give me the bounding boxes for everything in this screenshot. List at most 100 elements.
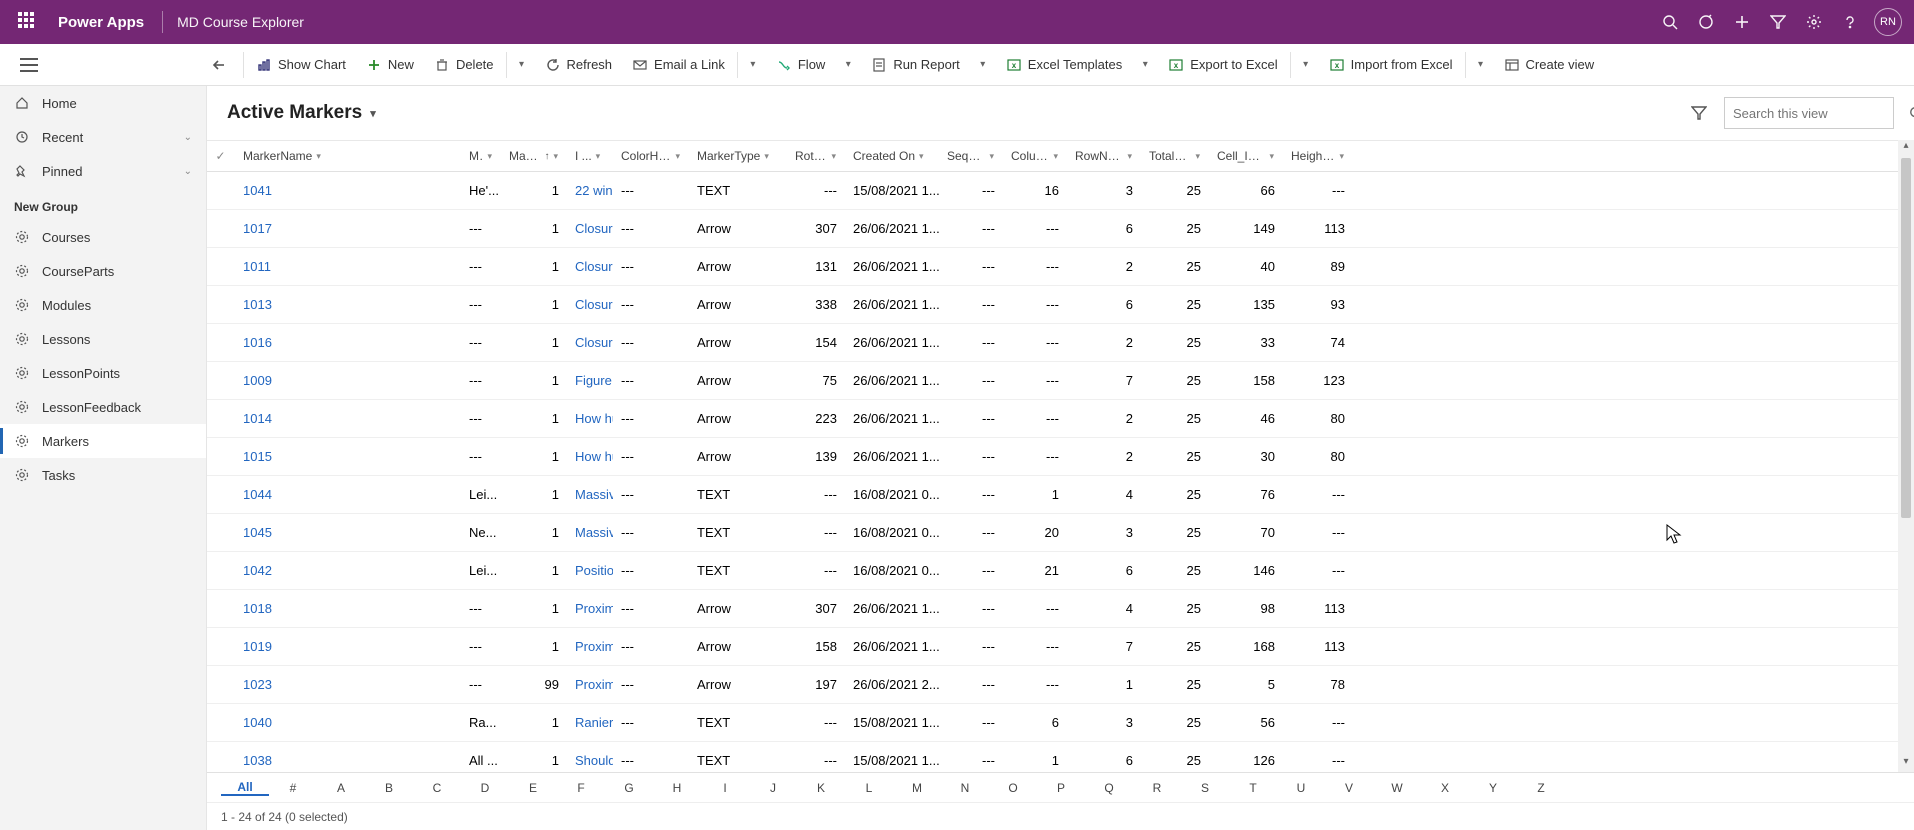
- jump-x[interactable]: X: [1421, 781, 1469, 795]
- delete-chevron[interactable]: ▾: [509, 59, 535, 70]
- jump-i[interactable]: I: [701, 781, 749, 795]
- jump-#[interactable]: #: [269, 781, 317, 795]
- import-chevron[interactable]: ▾: [1468, 59, 1494, 70]
- cell-name[interactable]: 1023: [235, 677, 461, 692]
- jump-j[interactable]: J: [749, 781, 797, 795]
- report-chevron[interactable]: ▾: [970, 59, 996, 70]
- scroll-up-arrow[interactable]: ▴: [1898, 140, 1914, 156]
- column-header-hex[interactable]: ColorHEX▾: [613, 141, 689, 171]
- column-header-check[interactable]: ✓: [207, 141, 235, 171]
- vertical-scrollbar[interactable]: ▴ ▾: [1898, 140, 1914, 772]
- column-header-seq[interactable]: Sequence▾: [939, 141, 1003, 171]
- table-row[interactable]: 1038All ...1Should---TEXT---15/08/2021 1…: [207, 742, 1914, 772]
- cell-i[interactable]: How hu: [567, 449, 613, 464]
- cell-name[interactable]: 1015: [235, 449, 461, 464]
- search-input-wrap[interactable]: [1724, 97, 1894, 129]
- user-avatar[interactable]: RN: [1874, 8, 1902, 36]
- column-header-m[interactable]: M...▾: [461, 141, 501, 171]
- cell-name[interactable]: 1038: [235, 753, 461, 768]
- jump-z[interactable]: Z: [1517, 781, 1565, 795]
- templates-chevron[interactable]: ▾: [1132, 59, 1158, 70]
- cell-name[interactable]: 1009: [235, 373, 461, 388]
- scroll-down-arrow[interactable]: ▾: [1898, 756, 1914, 772]
- cell-name[interactable]: 1042: [235, 563, 461, 578]
- jump-k[interactable]: K: [797, 781, 845, 795]
- jump-l[interactable]: L: [845, 781, 893, 795]
- jump-f[interactable]: F: [557, 781, 605, 795]
- scroll-thumb[interactable]: [1901, 158, 1911, 518]
- cell-i[interactable]: Massive: [567, 487, 613, 502]
- cell-name[interactable]: 1040: [235, 715, 461, 730]
- cell-i[interactable]: Closure: [567, 221, 613, 236]
- table-row[interactable]: 1011---1Closure---Arrow13126/06/2021 1..…: [207, 248, 1914, 286]
- sidebar-home[interactable]: Home: [0, 86, 206, 120]
- jump-m[interactable]: M: [893, 781, 941, 795]
- add-icon[interactable]: [1724, 0, 1760, 44]
- table-row[interactable]: 1014---1How hu---Arrow22326/06/2021 1...…: [207, 400, 1914, 438]
- column-header-i[interactable]: I ...▾: [567, 141, 613, 171]
- search-input[interactable]: [1733, 106, 1909, 121]
- cell-i[interactable]: Closure: [567, 259, 613, 274]
- column-header-created[interactable]: Created On▾: [845, 141, 939, 171]
- help-icon[interactable]: [1832, 0, 1868, 44]
- sidebar-item-markers[interactable]: Markers: [0, 424, 206, 458]
- sidebar-item-modules[interactable]: Modules: [0, 288, 206, 322]
- table-row[interactable]: 1044Lei...1Massive---TEXT---16/08/2021 0…: [207, 476, 1914, 514]
- settings-icon[interactable]: [1796, 0, 1832, 44]
- sidebar-item-lessonpoints[interactable]: LessonPoints: [0, 356, 206, 390]
- sidebar-item-tasks[interactable]: Tasks: [0, 458, 206, 492]
- search-icon[interactable]: [1909, 106, 1914, 120]
- table-row[interactable]: 1040Ra...1Ranieri---TEXT---15/08/2021 1.…: [207, 704, 1914, 742]
- column-filter-icon[interactable]: [1682, 96, 1716, 130]
- column-header-rot[interactable]: Rotation▾: [787, 141, 845, 171]
- table-row[interactable]: 1009---1Figure (---Arrow7526/06/2021 1..…: [207, 362, 1914, 400]
- sidebar-recent[interactable]: Recent⌄: [0, 120, 206, 154]
- table-row[interactable]: 1019---1Proximi---Arrow15826/06/2021 1..…: [207, 628, 1914, 666]
- jump-v[interactable]: V: [1325, 781, 1373, 795]
- cell-i[interactable]: Proximi: [567, 639, 613, 654]
- cell-i[interactable]: 22 wins: [567, 183, 613, 198]
- sidebar-item-courseparts[interactable]: CourseParts: [0, 254, 206, 288]
- cell-i[interactable]: Proximi: [567, 677, 613, 692]
- export-excel-button[interactable]: xExport to Excel: [1158, 44, 1287, 86]
- jump-q[interactable]: Q: [1085, 781, 1133, 795]
- assistant-icon[interactable]: [1688, 0, 1724, 44]
- table-row[interactable]: 1042Lei...1Position---TEXT---16/08/2021 …: [207, 552, 1914, 590]
- email-link-button[interactable]: Email a Link: [622, 44, 735, 86]
- export-chevron[interactable]: ▾: [1293, 59, 1319, 70]
- cell-name[interactable]: 1019: [235, 639, 461, 654]
- cell-name[interactable]: 1018: [235, 601, 461, 616]
- jump-d[interactable]: D: [461, 781, 509, 795]
- cell-name[interactable]: 1044: [235, 487, 461, 502]
- cell-i[interactable]: Proximi: [567, 601, 613, 616]
- jump-all[interactable]: All: [221, 780, 269, 796]
- run-report-button[interactable]: Run Report: [861, 44, 969, 86]
- column-header-hw[interactable]: HeightWidth▾: [1283, 141, 1353, 171]
- column-header-rownum[interactable]: RowNumber▾: [1067, 141, 1141, 171]
- excel-templates-button[interactable]: xExcel Templates: [996, 44, 1132, 86]
- create-view-button[interactable]: Create view: [1494, 44, 1605, 86]
- cell-name[interactable]: 1041: [235, 183, 461, 198]
- table-row[interactable]: 1015---1How hu---Arrow13926/06/2021 1...…: [207, 438, 1914, 476]
- cell-i[interactable]: Figure (: [567, 373, 613, 388]
- cell-name[interactable]: 1045: [235, 525, 461, 540]
- column-header-type[interactable]: MarkerType▾: [689, 141, 787, 171]
- app-launcher-icon[interactable]: [18, 12, 38, 32]
- sidebar-pinned[interactable]: Pinned⌄: [0, 154, 206, 188]
- cell-i[interactable]: Closure: [567, 297, 613, 312]
- sidebar-item-lessons[interactable]: Lessons: [0, 322, 206, 356]
- cell-name[interactable]: 1016: [235, 335, 461, 350]
- cell-name[interactable]: 1013: [235, 297, 461, 312]
- table-row[interactable]: 1013---1Closure---Arrow33826/06/2021 1..…: [207, 286, 1914, 324]
- back-button[interactable]: [211, 57, 241, 73]
- column-header-colnum[interactable]: ColumnNu...▾: [1003, 141, 1067, 171]
- chevron-down-icon[interactable]: ⌄: [184, 132, 192, 143]
- jump-p[interactable]: P: [1037, 781, 1085, 795]
- jump-n[interactable]: N: [941, 781, 989, 795]
- jump-e[interactable]: E: [509, 781, 557, 795]
- chevron-down-icon[interactable]: ⌄: [184, 166, 192, 177]
- jump-u[interactable]: U: [1277, 781, 1325, 795]
- column-header-ms[interactable]: Marker...↑▾: [501, 141, 567, 171]
- cell-i[interactable]: Should: [567, 753, 613, 768]
- cell-i[interactable]: Closure: [567, 335, 613, 350]
